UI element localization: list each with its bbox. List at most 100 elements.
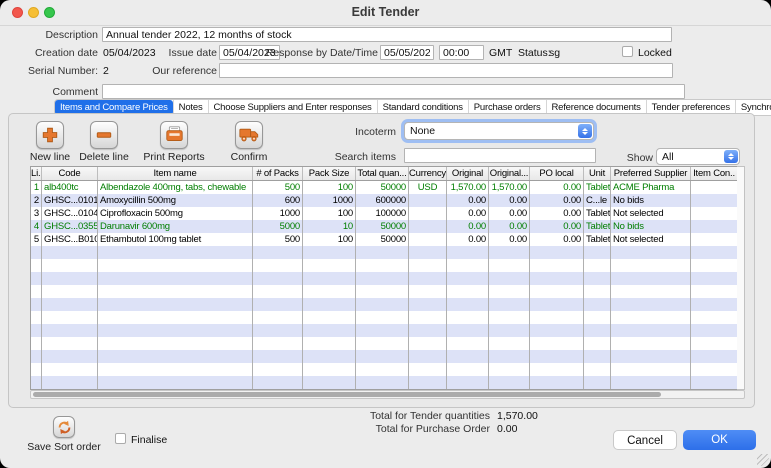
- cell: [253, 285, 303, 298]
- cell: [691, 220, 737, 233]
- table-row[interactable]: 1alb400tcAlbendazole 400mg, tabs, chewab…: [31, 181, 737, 194]
- delete-line-button[interactable]: [90, 121, 118, 149]
- response-by-date-input[interactable]: [380, 45, 434, 60]
- description-input[interactable]: [102, 27, 672, 42]
- cell: [31, 246, 42, 259]
- cell: 0.00: [447, 220, 489, 233]
- cell: [611, 259, 691, 272]
- cell: [253, 311, 303, 324]
- cell: [98, 350, 253, 363]
- cell: [447, 246, 489, 259]
- cell: [611, 311, 691, 324]
- show-select[interactable]: All: [656, 148, 740, 165]
- cell: [303, 311, 356, 324]
- cell: [303, 376, 356, 389]
- column-header[interactable]: Item Con..: [691, 167, 737, 180]
- cell: Ciprofloxacin 500mg: [98, 207, 253, 220]
- cell: [42, 376, 98, 389]
- column-header[interactable]: Item name: [98, 167, 253, 180]
- cell: [253, 324, 303, 337]
- table-row[interactable]: 5GHSC...B0103Ethambutol 100mg tablet5001…: [31, 233, 737, 246]
- cell: alb400tc: [42, 181, 98, 194]
- cell: [42, 350, 98, 363]
- table-row-empty: [31, 259, 737, 272]
- table-row[interactable]: 3GHSC...0104Ciprofloxacin 500mg100010010…: [31, 207, 737, 220]
- cell: [691, 298, 737, 311]
- column-header[interactable]: Unit: [584, 167, 611, 180]
- column-header[interactable]: Original...: [489, 167, 530, 180]
- cell: [42, 337, 98, 350]
- save-sort-order-button[interactable]: [53, 416, 75, 438]
- column-header[interactable]: Li...: [31, 167, 42, 180]
- cell: [409, 220, 447, 233]
- cell: [98, 337, 253, 350]
- cell: C...le: [584, 194, 611, 207]
- cell: Not selected: [611, 233, 691, 246]
- total-tender-value: 1,570.00: [497, 410, 538, 422]
- response-by-time-input[interactable]: [439, 45, 484, 60]
- confirm-button[interactable]: [235, 121, 263, 149]
- column-header[interactable]: # of Packs: [253, 167, 303, 180]
- cell: [691, 350, 737, 363]
- new-line-button[interactable]: [36, 121, 64, 149]
- column-header[interactable]: Total quan...: [356, 167, 409, 180]
- comment-input[interactable]: [102, 84, 685, 99]
- search-items-input[interactable]: [404, 148, 596, 163]
- column-header[interactable]: Original: [447, 167, 489, 180]
- column-header[interactable]: Currency: [409, 167, 447, 180]
- column-header[interactable]: PO local: [530, 167, 584, 180]
- ok-button[interactable]: OK: [683, 430, 756, 450]
- cell: [530, 324, 584, 337]
- cell: 0.00: [530, 181, 584, 194]
- cell: [489, 350, 530, 363]
- cell: [530, 363, 584, 376]
- cell: 1000: [253, 207, 303, 220]
- cell: [303, 272, 356, 285]
- our-reference-label: Our reference: [152, 65, 217, 77]
- cell: [98, 311, 253, 324]
- table-row-empty: [31, 285, 737, 298]
- cell: [98, 376, 253, 389]
- cell: Amoxycillin 500mg: [98, 194, 253, 207]
- gmt-label: GMT: [489, 47, 512, 59]
- horizontal-scrollbar-thumb[interactable]: [33, 392, 661, 397]
- vertical-scrollbar[interactable]: [737, 166, 745, 390]
- cell: Darunavir 600mg: [98, 220, 253, 233]
- cell: [31, 259, 42, 272]
- locked-checkbox[interactable]: [622, 46, 633, 57]
- table-row[interactable]: 2GHSC...0101Amoxycillin 500mg60010006000…: [31, 194, 737, 207]
- cell: [409, 350, 447, 363]
- horizontal-scrollbar[interactable]: [30, 390, 745, 399]
- cell: 0.00: [530, 233, 584, 246]
- cell: 600000: [356, 194, 409, 207]
- cell: [356, 337, 409, 350]
- cell: [489, 285, 530, 298]
- cell: [303, 363, 356, 376]
- cell: [409, 272, 447, 285]
- issue-date-label: Issue date: [169, 47, 217, 59]
- cell: 1,570.00: [489, 181, 530, 194]
- cell: [31, 337, 42, 350]
- column-header[interactable]: Preferred Supplier: [611, 167, 691, 180]
- cell: [584, 259, 611, 272]
- cancel-button[interactable]: Cancel: [613, 430, 677, 450]
- column-header[interactable]: Pack Size: [303, 167, 356, 180]
- cell: [584, 324, 611, 337]
- cell: [409, 298, 447, 311]
- our-reference-input[interactable]: [219, 63, 673, 78]
- table-row[interactable]: 4GHSC...0355Darunavir 600mg500010500000.…: [31, 220, 737, 233]
- cell: [409, 376, 447, 389]
- cell: [409, 207, 447, 220]
- resize-grip[interactable]: [757, 454, 769, 466]
- cell: [42, 324, 98, 337]
- cell: [303, 337, 356, 350]
- incoterm-select[interactable]: None: [404, 122, 594, 140]
- title-bar: Edit Tender: [0, 0, 771, 26]
- cell: 1,570.00: [447, 181, 489, 194]
- cell: [584, 246, 611, 259]
- finalise-checkbox[interactable]: [115, 433, 126, 444]
- print-reports-button[interactable]: [160, 121, 188, 149]
- cell: [98, 272, 253, 285]
- column-header[interactable]: Code: [42, 167, 98, 180]
- cell: [611, 324, 691, 337]
